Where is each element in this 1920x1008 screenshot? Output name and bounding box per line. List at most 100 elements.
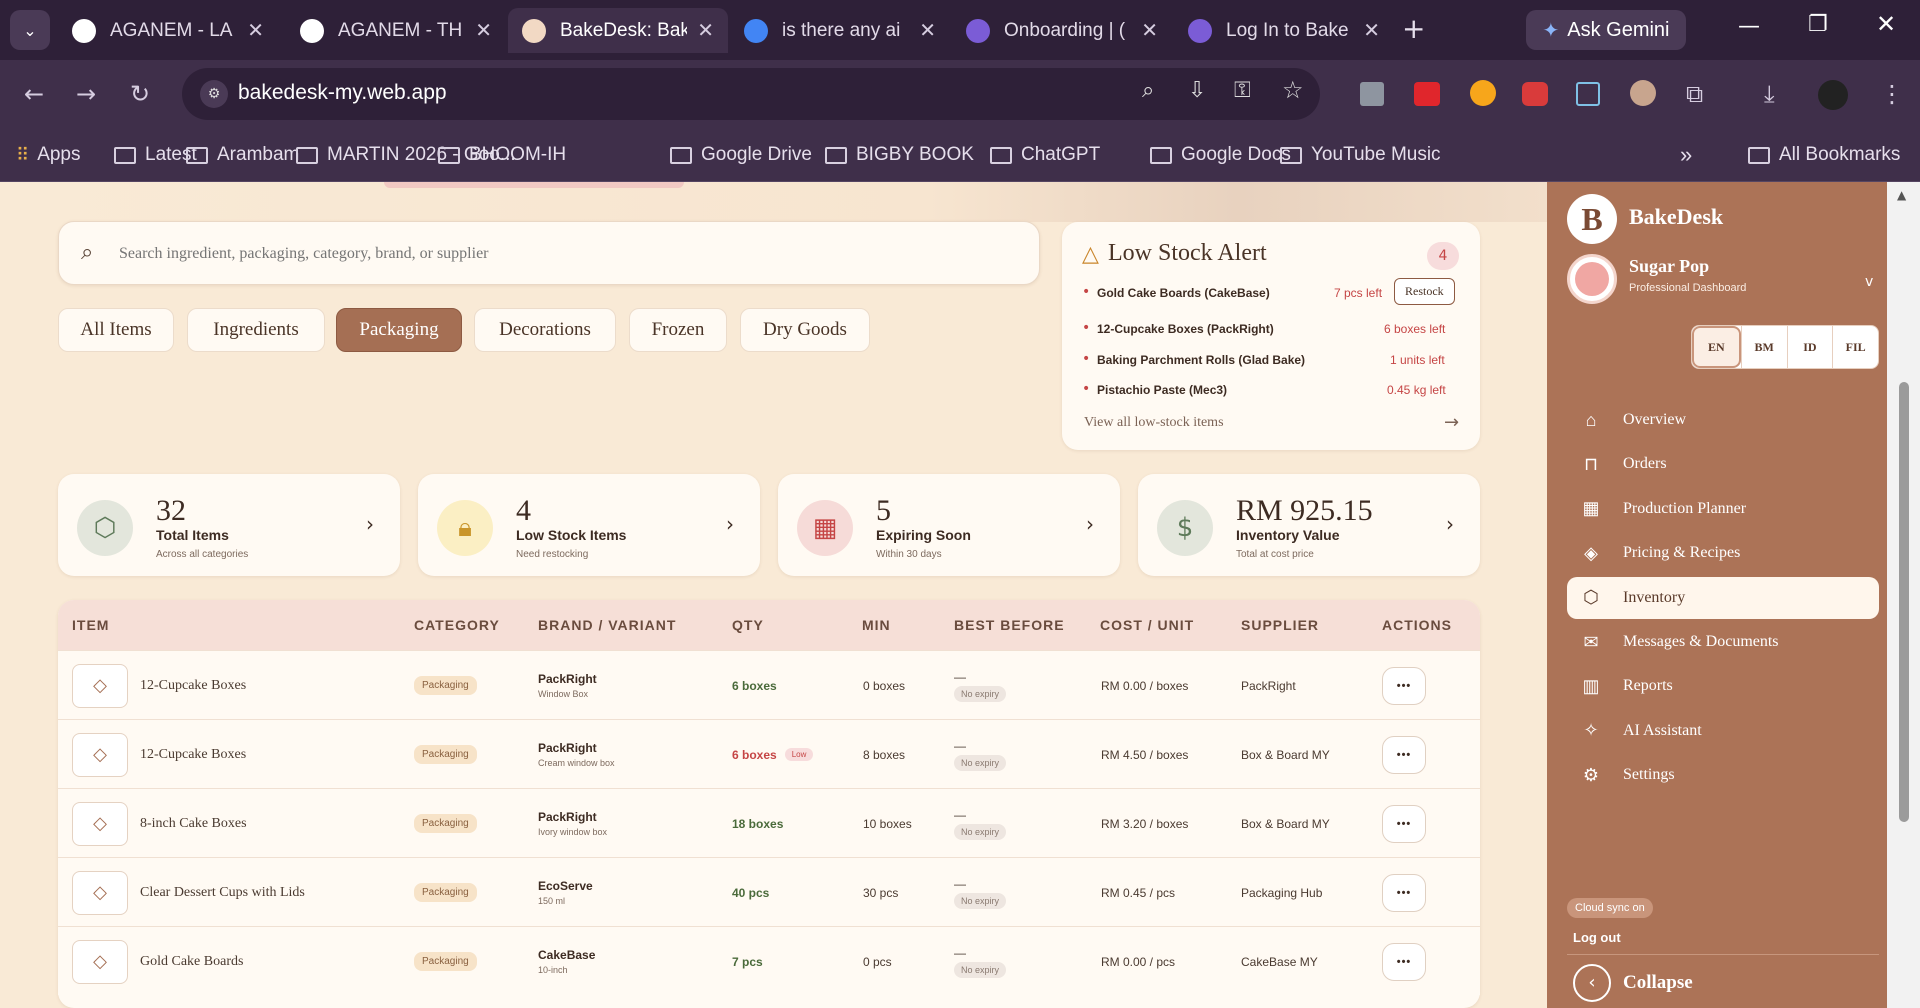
page-scrollbar[interactable]: ▲ [1887,182,1920,1008]
search-box[interactable]: ⌕ [58,221,1040,285]
lang-bm[interactable]: BM [1740,326,1787,368]
minimize-button[interactable]: — [1738,14,1760,39]
extension-icon-2[interactable] [1414,82,1440,106]
ask-gemini-button[interactable]: ✦ Ask Gemini [1526,10,1686,50]
browser-tab-3[interactable]: is there any ai ✕ [730,8,950,53]
bookmarks-overflow-button[interactable]: » [1680,128,1692,182]
stat-card-inventory-value[interactable]: $ RM 925.15 Inventory Value Total at cost p… [1138,474,1480,576]
extension-icon-6[interactable] [1630,80,1656,106]
arrow-right-icon[interactable]: → [1444,412,1459,433]
bookmark-4[interactable]: BHOOM-IH [438,128,566,182]
lang-en[interactable]: EN [1692,326,1741,368]
scrollbar-thumb[interactable] [1899,382,1909,822]
nav-pricing-recipes[interactable]: ◈ Pricing & Recipes [1567,532,1879,574]
chevron-right-icon[interactable]: › [1086,512,1094,536]
bookmark-7[interactable]: ChatGPT [990,128,1100,182]
filter-chip-frozen[interactable]: Frozen [629,308,727,352]
filter-chip-dry-goods[interactable]: Dry Goods [740,308,870,352]
nav-orders[interactable]: ⊓ Orders [1567,443,1879,485]
row-actions-button[interactable]: ••• [1382,873,1426,912]
extension-icon-5[interactable] [1576,82,1600,106]
lang-fil[interactable]: FIL [1832,326,1878,368]
row-actions-button[interactable]: ••• [1382,735,1426,774]
stat-card-total-items[interactable]: ⬡ 32 Total Items Across all categories › [58,474,400,576]
category-badge: Packaging [414,952,477,971]
low-stock-alert-card: △ Low Stock Alert 4 View all low-stock i… [1062,222,1480,450]
stat-card-low-stock-items[interactable]: 🔒︎ 4 Low Stock Items Need restocking › [418,474,760,576]
table-row[interactable]: ◇ Clear Dessert Cups with Lids Packaging Ec… [58,857,1480,926]
table-row[interactable]: ◇ Gold Cake Boards Packaging CakeBase 10-inc… [58,926,1480,995]
bookmark-9[interactable]: YouTube Music [1280,128,1441,182]
view-all-low-stock-link[interactable]: View all low-stock items [1084,415,1224,431]
extension-icon-4[interactable] [1522,82,1548,106]
address-bar[interactable]: ⚙ bakedesk-my.web.app ⌕ ⇩ ⚿ ☆ [182,68,1320,120]
bookmark-star-icon[interactable]: ☆ [1282,76,1304,104]
chevron-right-icon[interactable]: › [1446,512,1454,536]
install-icon[interactable]: ⇩ [1188,78,1206,103]
collapse-button[interactable]: ‹ Collapse [1573,962,1693,1004]
filter-chip-ingredients[interactable]: Ingredients [187,308,325,352]
close-tab-icon[interactable]: ✕ [919,18,936,43]
browser-tab-2[interactable]: BakeDesk: Bak ✕ [508,8,728,53]
scroll-up-arrow-icon[interactable]: ▲ [1897,188,1906,202]
extension-icon-1[interactable] [1360,82,1384,106]
stat-card-expiring-soon[interactable]: ▦ 5 Expiring Soon Within 30 days › [778,474,1120,576]
browser-tab-0[interactable]: AGANEM - LA ✕ [58,8,278,53]
row-actions-button[interactable]: ••• [1382,942,1426,981]
downloads-icon[interactable]: ⤓ [1764,80,1775,108]
nav-messages-documents[interactable]: ✉ Messages & Documents [1567,621,1879,663]
site-info-icon[interactable]: ⚙ [200,80,228,108]
table-row[interactable]: ◇ 12-Cupcake Boxes Packaging PackRight Cream… [58,719,1480,788]
bookmark-8[interactable]: Google Docs [1150,128,1291,182]
extension-icon-3[interactable] [1470,80,1496,106]
restore-button[interactable]: ❐ [1808,12,1828,37]
menu-dots-icon[interactable]: ⋮ [1880,80,1904,108]
nav-settings[interactable]: ⚙ Settings [1567,754,1879,796]
filter-chip-all-items[interactable]: All Items [58,308,174,352]
nav-ai-assistant[interactable]: ✧ AI Assistant [1567,710,1879,752]
restock-button[interactable]: Restock [1394,278,1455,305]
forward-icon[interactable]: → [76,80,96,108]
lang-id[interactable]: ID [1786,326,1833,368]
category-badge: Packaging [414,745,477,764]
bookmark-1[interactable]: Latest [114,128,197,182]
logout-link[interactable]: Log out [1573,930,1621,945]
browser-tab-1[interactable]: AGANEM - TH ✕ [286,8,506,53]
table-row[interactable]: ◇ 12-Cupcake Boxes Packaging PackRight Windo… [58,650,1480,719]
bookmark-2[interactable]: Arambam [186,128,299,182]
back-icon[interactable]: ← [24,80,44,108]
close-tab-icon[interactable]: ✕ [1141,18,1158,43]
tab-search-button[interactable]: ⌄ [10,10,50,50]
zoom-icon[interactable]: ⌕ [1142,78,1154,103]
close-window-button[interactable]: ✕ [1876,10,1896,38]
shop-dropdown-chevron-icon[interactable]: v [1865,274,1873,290]
close-tab-icon[interactable]: ✕ [475,18,492,43]
close-tab-icon[interactable]: ✕ [1363,18,1380,43]
chevron-right-icon[interactable]: › [366,512,374,536]
extensions-puzzle-icon[interactable]: ⧉ [1686,80,1703,108]
min-value: 30 pcs [863,885,899,900]
password-key-icon[interactable]: ⚿ [1234,78,1251,103]
bookmark-5[interactable]: Google Drive [670,128,812,182]
reload-icon[interactable]: ↻ [130,80,150,108]
nav-reports[interactable]: ▥ Reports [1567,665,1879,707]
all-bookmarks-button[interactable]: All Bookmarks [1748,128,1900,182]
bookmark-6[interactable]: BIGBY BOOK [825,128,974,182]
row-actions-button[interactable]: ••• [1382,666,1426,705]
profile-avatar[interactable] [1818,80,1848,110]
chevron-right-icon[interactable]: › [726,512,734,536]
bookmark-0[interactable]: ⠿ Apps [16,128,81,182]
nav-inventory[interactable]: ⬡ Inventory [1567,576,1879,619]
search-input[interactable] [119,236,999,272]
table-row[interactable]: ◇ 8-inch Cake Boxes Packaging PackRight Ivor… [58,788,1480,857]
close-tab-icon[interactable]: ✕ [247,18,264,43]
browser-tab-4[interactable]: Onboarding | (✕ [952,8,1172,53]
filter-chip-decorations[interactable]: Decorations [474,308,616,352]
filter-chip-packaging[interactable]: Packaging [336,308,462,352]
nav-overview[interactable]: ⌂ Overview [1567,399,1879,441]
new-tab-button[interactable]: + [1402,12,1425,45]
nav-production-planner[interactable]: ▦ Production Planner [1567,488,1879,530]
row-actions-button[interactable]: ••• [1382,804,1426,843]
close-tab-icon[interactable]: ✕ [697,18,714,43]
browser-tab-5[interactable]: Log In to Bake ✕ [1174,8,1394,53]
